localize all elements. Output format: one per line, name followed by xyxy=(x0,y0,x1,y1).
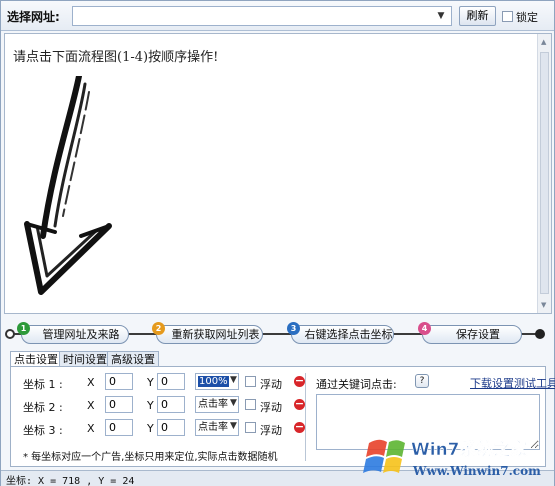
step-badge-1: 1 xyxy=(17,322,30,335)
chevron-down-icon[interactable]: ▼ xyxy=(230,375,237,385)
x-axis-label: X xyxy=(87,376,95,389)
float-checkbox[interactable] xyxy=(245,399,256,410)
minus-circle-icon[interactable]: − xyxy=(294,398,305,410)
download-tool-link[interactable]: 下载设置测试工具 xyxy=(470,375,555,391)
coord-note: * 每坐标对应一个广告,坐标只用来定位,实际点击数据随机 xyxy=(23,452,278,463)
step-label: 右键选择点击坐标 xyxy=(304,328,393,341)
step-4-button[interactable]: 4 保存设置 xyxy=(418,322,522,344)
tab-time-settings[interactable]: 时间设置 xyxy=(59,351,111,367)
lock-label: 锁定 xyxy=(516,11,538,24)
x-axis-label: X xyxy=(87,399,95,412)
step-end-dot xyxy=(535,329,545,339)
click-rate-value: 点击率 xyxy=(198,422,228,433)
lock-checkbox[interactable] xyxy=(502,11,513,22)
hand-drawn-arrow-icon xyxy=(24,76,112,295)
scroll-down-icon[interactable]: ▼ xyxy=(541,301,549,309)
coord-label: 坐标 2 : xyxy=(23,401,63,414)
x-input[interactable] xyxy=(105,373,133,390)
step-3-button[interactable]: 3 右键选择点击坐标 xyxy=(287,322,394,344)
step-1-button[interactable]: 1 管理网址及来路 xyxy=(17,322,129,344)
y-input[interactable] xyxy=(157,373,185,390)
refresh-button[interactable]: 刷新 xyxy=(459,6,496,26)
win7-logo-watermark: Win7系统之家 Www.Winwin7.com xyxy=(363,439,541,478)
step-2-button[interactable]: 2 重新获取网址列表 xyxy=(152,322,263,344)
y-input[interactable] xyxy=(157,419,185,436)
chevron-down-icon[interactable]: ▼ xyxy=(230,421,237,431)
click-rate-value: 点击率 xyxy=(198,399,228,410)
keyword-label: 通过关键词点击: xyxy=(316,378,397,391)
browser-view[interactable]: 请点击下面流程图(1-4)按顺序操作! ▲ ▼ xyxy=(4,33,552,314)
step-badge-4: 4 xyxy=(418,322,431,335)
divider xyxy=(305,373,306,461)
url-label: 选择网址: xyxy=(7,10,60,24)
float-label: 浮动 xyxy=(260,424,282,437)
watermark-url: Www.Winwin7.com xyxy=(412,464,541,478)
step-badge-2: 2 xyxy=(152,322,165,335)
step-flow-bar: 1 管理网址及来路 2 重新获取网址列表 3 右键选择点击坐标 4 保存设置 xyxy=(1,319,554,349)
step-label: 重新获取网址列表 xyxy=(171,328,260,341)
coord-label: 坐标 3 : xyxy=(23,424,63,437)
url-toolbar: 选择网址: ▼ 刷新 锁定 xyxy=(1,1,554,31)
y-axis-label: Y xyxy=(147,399,154,412)
float-label: 浮动 xyxy=(260,401,282,414)
x-input[interactable] xyxy=(105,396,133,413)
step-label: 管理网址及来路 xyxy=(42,328,120,341)
vertical-scrollbar[interactable]: ▲ ▼ xyxy=(537,34,551,313)
float-checkbox[interactable] xyxy=(245,376,256,387)
status-coordinates: 坐标: X = 718 , Y = 24 xyxy=(6,476,135,486)
float-checkbox[interactable] xyxy=(245,422,256,433)
watermark-brand: Win7系统之家 xyxy=(411,439,528,460)
scroll-up-icon[interactable]: ▲ xyxy=(541,38,549,46)
step-badge-3: 3 xyxy=(287,322,300,335)
url-input[interactable] xyxy=(72,6,452,26)
windows-flag-icon xyxy=(363,439,405,473)
float-label: 浮动 xyxy=(260,378,282,391)
step-label: 保存设置 xyxy=(456,328,500,341)
tab-advanced-settings[interactable]: 高级设置 xyxy=(107,351,159,367)
scroll-thumb[interactable] xyxy=(540,52,549,294)
coord-label: 坐标 1 : xyxy=(23,378,63,391)
instruction-text: 请点击下面流程图(1-4)按顺序操作! xyxy=(13,50,219,65)
chevron-down-icon[interactable]: ▼ xyxy=(230,398,237,408)
minus-circle-icon[interactable]: − xyxy=(294,421,305,433)
question-icon[interactable]: ? xyxy=(415,374,429,388)
y-axis-label: Y xyxy=(147,376,154,389)
step-start-dot xyxy=(5,329,15,339)
y-axis-label: Y xyxy=(147,422,154,435)
x-axis-label: X xyxy=(87,422,95,435)
chevron-down-icon[interactable]: ▼ xyxy=(433,8,449,24)
minus-circle-icon[interactable]: − xyxy=(294,375,305,387)
x-input[interactable] xyxy=(105,419,133,436)
y-input[interactable] xyxy=(157,396,185,413)
click-rate-value: 100% xyxy=(198,376,229,387)
app-window: 选择网址: ▼ 刷新 锁定 请点击下面流程图(1-4)按顺序操作! ▲ ▼ 1 … xyxy=(0,0,555,486)
